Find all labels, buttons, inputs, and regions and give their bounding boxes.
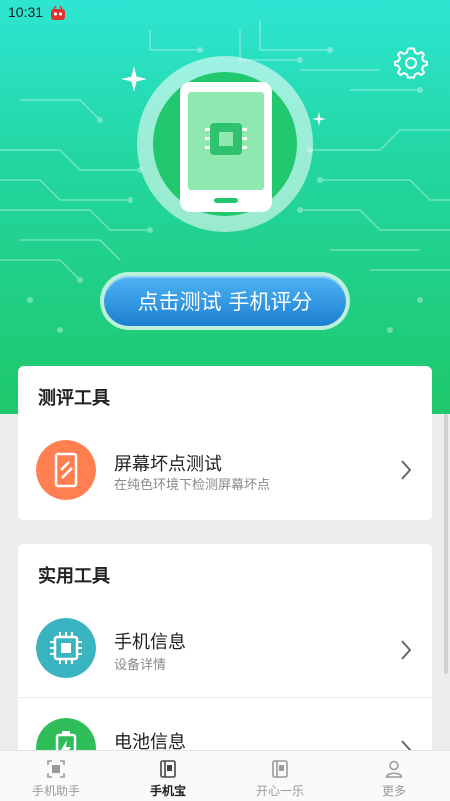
status-bar: 10:31 — [0, 0, 450, 26]
tab-phone-assistant[interactable]: 手机助手 — [0, 751, 112, 801]
tab-label: 更多 — [381, 784, 406, 798]
book-icon — [272, 760, 288, 778]
evaluation-tools-title: 测评工具 — [38, 388, 110, 409]
user-icon — [385, 760, 403, 778]
scrollbar[interactable] — [444, 414, 448, 674]
sparkle-icon — [121, 66, 147, 92]
sparkle-small-icon — [312, 112, 326, 126]
screen-dead-pixel-test-item[interactable]: 屏幕坏点测试 在纯色环境下检测屏幕坏点 — [18, 418, 432, 518]
screen-icon — [36, 440, 96, 500]
gear-icon[interactable] — [394, 46, 428, 80]
chevron-right-icon — [401, 640, 412, 660]
start-test-button-label: 点击测试 手机评分 — [104, 276, 346, 326]
book-icon — [160, 760, 176, 778]
utility-tools-card: 实用工具 手机信息 设备详情 电池信息 — [18, 544, 432, 774]
notification-app-icon — [51, 5, 65, 20]
utility-tools-title: 实用工具 — [38, 566, 110, 587]
status-time: 10:31 — [8, 4, 44, 20]
chip-icon — [36, 618, 96, 678]
item-title: 屏幕坏点测试 — [114, 454, 222, 475]
item-title: 手机信息 — [114, 632, 186, 653]
item-subtitle: 在纯色环境下检测屏幕坏点 — [114, 478, 271, 493]
tab-more[interactable]: 更多 — [338, 751, 450, 801]
tab-label: 手机宝 — [149, 784, 186, 798]
tab-phone-treasure[interactable]: 手机宝 — [112, 751, 224, 801]
item-subtitle: 设备详情 — [114, 658, 167, 673]
tab-happy-fun[interactable]: 开心一乐 — [224, 751, 336, 801]
start-test-button[interactable]: 点击测试 手机评分 — [100, 272, 350, 330]
tab-label: 开心一乐 — [255, 784, 304, 798]
phone-info-item[interactable]: 手机信息 设备详情 — [18, 598, 432, 698]
tab-label: 手机助手 — [31, 784, 80, 798]
bottom-tab-bar: 手机助手 手机宝 开心一乐 更多 — [0, 750, 450, 801]
chevron-right-icon — [401, 460, 412, 480]
evaluation-tools-card: 测评工具 屏幕坏点测试 在纯色环境下检测屏幕坏点 — [18, 366, 432, 520]
phone-illustration-icon — [180, 82, 272, 212]
scan-frame-icon — [47, 760, 65, 778]
